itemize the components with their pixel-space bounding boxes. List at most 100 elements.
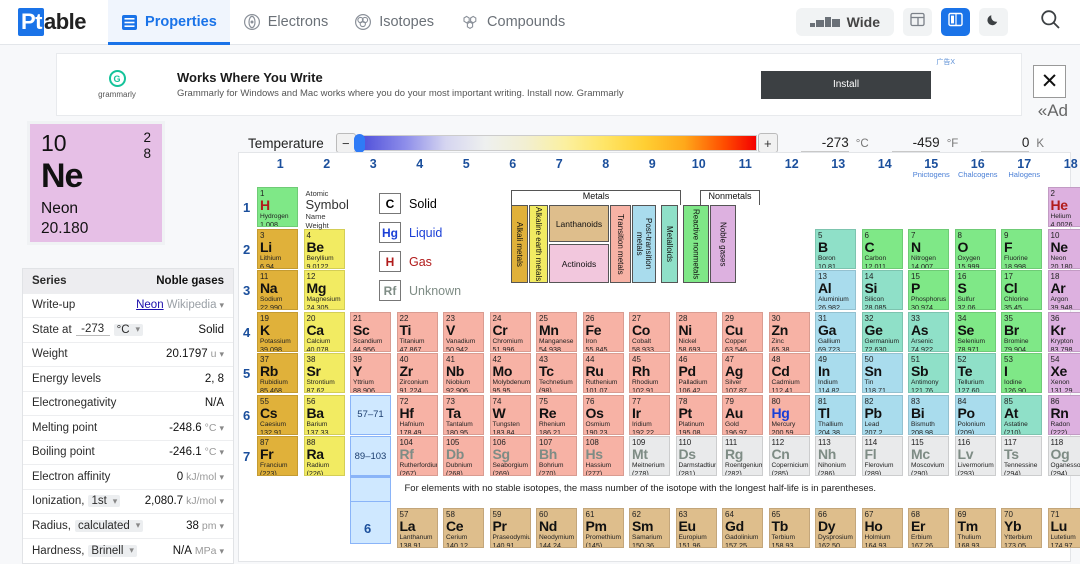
element-cell-Cu[interactable]: 29CuCopper63.546 xyxy=(722,312,763,352)
element-cell-Si[interactable]: 14SiSilicon28.085 xyxy=(862,270,903,310)
element-cell-Dy[interactable]: 66DyDysprosium162.50 xyxy=(815,508,856,548)
element-cell-Fe[interactable]: 26FeIron55.845 xyxy=(583,312,624,352)
element-cell-Hg[interactable]: 80HgMercury200.59 xyxy=(769,395,810,435)
period-header-1[interactable]: 1 xyxy=(243,200,250,215)
element-cell-I[interactable]: 53IIodine126.90 xyxy=(1001,353,1042,393)
group-header-1[interactable]: 1 xyxy=(257,157,304,171)
chevron-down-icon[interactable]: ▾ xyxy=(219,496,224,507)
element-cell-Kr[interactable]: 36KrKrypton83.798 xyxy=(1048,312,1080,352)
element-cell-Nb[interactable]: 41NbNiobium92.906 xyxy=(443,353,484,393)
element-cell-Os[interactable]: 76OsOsmium190.23 xyxy=(583,395,624,435)
group-header-7[interactable]: 7 xyxy=(536,157,583,171)
chevron-down-icon[interactable]: ▾ xyxy=(219,447,224,458)
lanthanoid-period-header[interactable]: 6 xyxy=(364,521,371,536)
element-cell-Pt[interactable]: 78PtPlatinum195.08 xyxy=(676,395,717,435)
legend-block-reactive-nonmetals[interactable]: Reactive nonmetals xyxy=(683,205,709,283)
element-cell-Ru[interactable]: 44RuRuthenium101.07 xyxy=(583,353,624,393)
layout-top-button[interactable] xyxy=(903,8,932,36)
element-cell-Hs[interactable]: 108HsHassium(277) xyxy=(583,436,624,476)
ad-corner-label[interactable]: 广告X xyxy=(936,57,955,67)
element-cell-Tc[interactable]: 43TcTechnetium(98) xyxy=(536,353,577,393)
period-header-6[interactable]: 6 xyxy=(243,408,250,423)
chevron-down-icon[interactable]: ▾ xyxy=(219,423,224,434)
tab-properties[interactable]: Properties xyxy=(108,0,230,45)
element-cell-N[interactable]: 7NNitrogen14.007 xyxy=(908,229,949,269)
group-header-2[interactable]: 2 xyxy=(304,157,351,171)
element-cell-S[interactable]: 16SSulfur32.06 xyxy=(955,270,996,310)
element-cell-Fl[interactable]: 114FlFlerovium(289) xyxy=(862,436,903,476)
group-header-17[interactable]: 17Halogens xyxy=(1001,157,1048,179)
element-cell-Ir[interactable]: 77IrIridium192.22 xyxy=(629,395,670,435)
property-writeup-source[interactable]: Wikipedia xyxy=(167,299,217,311)
element-cell-V[interactable]: 23VVanadium50.942 xyxy=(443,312,484,352)
temperature-celsius-value[interactable]: -273 xyxy=(801,135,849,152)
property-option-select[interactable]: calculated▾ xyxy=(75,520,143,532)
property-option-select[interactable]: Brinell▾ xyxy=(88,545,137,557)
element-cell-Ho[interactable]: 67HoHolmium164.93 xyxy=(862,508,903,548)
group-header-4[interactable]: 4 xyxy=(397,157,444,171)
element-cell-Mt[interactable]: 109MtMeitnerium(278) xyxy=(629,436,670,476)
element-cell-Ni[interactable]: 28NiNickel58.693 xyxy=(676,312,717,352)
element-cell-Rf[interactable]: 104RfRutherfordium(267) xyxy=(397,436,438,476)
element-cell-Sn[interactable]: 50SnTin118.71 xyxy=(862,353,903,393)
element-cell-Co[interactable]: 27CoCobalt58.933 xyxy=(629,312,670,352)
element-cell-Ti[interactable]: 22TiTitanium47.867 xyxy=(397,312,438,352)
dark-mode-button[interactable] xyxy=(979,8,1008,36)
element-cell-Bi[interactable]: 83BiBismuth208.98 xyxy=(908,395,949,435)
element-cell-Db[interactable]: 105DbDubnium(268) xyxy=(443,436,484,476)
element-cell-Tb[interactable]: 65TbTerbium158.93 xyxy=(769,508,810,548)
ptable-logo[interactable]: Ptable xyxy=(18,8,86,36)
element-cell-Ta[interactable]: 73TaTantalum180.95 xyxy=(443,395,484,435)
layout-split-button[interactable] xyxy=(941,8,970,36)
property-writeup-link[interactable]: Neon xyxy=(136,299,164,311)
legend-block-alkali-metals[interactable]: Alkali metals xyxy=(511,205,528,283)
temperature-decrease-button[interactable]: − xyxy=(336,133,356,153)
legend-block-metalloids[interactable]: Metalloids xyxy=(661,205,678,283)
element-cell-Sr[interactable]: 38SrStrontium87.62 xyxy=(304,353,345,393)
element-cell-Po[interactable]: 84PoPolonium(209) xyxy=(955,395,996,435)
ad-close-button[interactable]: ✕ xyxy=(1033,65,1066,98)
legend-block-transition-metals[interactable]: Transition metals xyxy=(610,205,631,283)
legend-block-lanthanoids[interactable]: Lanthanoids xyxy=(549,205,609,242)
ad-banner[interactable]: G grammarly Works Where You Write Gramma… xyxy=(56,53,1022,116)
element-cell-Pr[interactable]: 59PrPraseodymium140.91 xyxy=(490,508,531,548)
element-cell-Nh[interactable]: 113NhNihonium(286) xyxy=(815,436,856,476)
element-cell-Rb[interactable]: 37RbRubidium85.468 xyxy=(257,353,298,393)
element-cell-La[interactable]: 57LaLanthanum138.91 xyxy=(397,508,438,548)
group-header-12[interactable]: 12 xyxy=(769,157,816,171)
temperature-fahrenheit-value[interactable]: -459 xyxy=(892,135,940,152)
period-header-7[interactable]: 7 xyxy=(243,449,250,464)
wide-layout-button[interactable]: Wide xyxy=(796,8,894,36)
element-cell-Og[interactable]: 118OgOganesson(294) xyxy=(1048,436,1080,476)
element-cell-Cl[interactable]: 17ClChlorine35.45 xyxy=(1001,270,1042,310)
element-cell-Er[interactable]: 68ErErbium167.26 xyxy=(908,508,949,548)
group-header-8[interactable]: 8 xyxy=(583,157,630,171)
element-cell-P[interactable]: 15PPhosphorus30.974 xyxy=(908,270,949,310)
actinoid-range-cell[interactable]: 89–103 xyxy=(350,436,391,476)
element-cell-H[interactable]: 1HHydrogen1.008 xyxy=(257,187,298,227)
element-cell-Rh[interactable]: 45RhRhodium102.91 xyxy=(629,353,670,393)
ad-install-button[interactable]: Install xyxy=(761,71,931,99)
search-button[interactable] xyxy=(1039,8,1062,36)
element-cell-Be[interactable]: 4BeBeryllium9.0122 xyxy=(304,229,345,269)
element-cell-Hf[interactable]: 72HfHafnium178.49 xyxy=(397,395,438,435)
element-cell-F[interactable]: 9FFluorine18.998 xyxy=(1001,229,1042,269)
element-cell-Sm[interactable]: 62SmSamarium150.36 xyxy=(629,508,670,548)
element-cell-In[interactable]: 49InIndium114.82 xyxy=(815,353,856,393)
element-cell-Sc[interactable]: 21ScScandium44.956 xyxy=(350,312,391,352)
group-header-9[interactable]: 9 xyxy=(629,157,676,171)
period-header-5[interactable]: 5 xyxy=(243,366,250,381)
element-cell-Y[interactable]: 39YYttrium88.906 xyxy=(350,353,391,393)
element-cell-Pd[interactable]: 46PdPalladium106.42 xyxy=(676,353,717,393)
element-cell-Mo[interactable]: 42MoMolybdenum95.95 xyxy=(490,353,531,393)
group-header-13[interactable]: 13 xyxy=(815,157,862,171)
legend-block-actinoids[interactable]: Actinoids xyxy=(549,244,609,283)
element-cell-Pm[interactable]: 61PmPromethium(145) xyxy=(583,508,624,548)
temperature-increase-button[interactable]: + xyxy=(758,133,778,153)
element-cell-Se[interactable]: 34SeSelenium78.971 xyxy=(955,312,996,352)
element-cell-Ag[interactable]: 47AgSilver107.87 xyxy=(722,353,763,393)
element-cell-Ga[interactable]: 31GaGallium69.723 xyxy=(815,312,856,352)
element-cell-As[interactable]: 33AsArsenic74.922 xyxy=(908,312,949,352)
element-cell-Ar[interactable]: 18ArArgon39.948 xyxy=(1048,270,1080,310)
element-cell-Mn[interactable]: 25MnManganese54.938 xyxy=(536,312,577,352)
